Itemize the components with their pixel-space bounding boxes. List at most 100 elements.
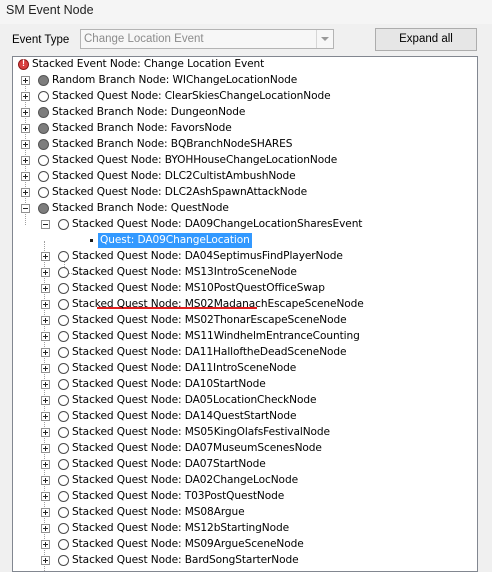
expand-icon[interactable] <box>41 508 50 517</box>
expand-icon[interactable] <box>21 92 30 101</box>
tree-node-label[interactable]: Stacked Quest Node: MS13IntroSceneNode <box>72 266 297 278</box>
expand-icon[interactable] <box>41 412 50 421</box>
tree-node-label[interactable]: Stacked Quest Node: DA14QuestStartNode <box>72 410 297 422</box>
tree-node[interactable]: Random Branch Node: WIChangeLocationNode <box>13 73 477 89</box>
tree-node[interactable]: Stacked Quest Node: MS10PostQuestOfficeS… <box>13 281 477 297</box>
tree-node[interactable]: Stacked Branch Node: QuestNode <box>13 201 477 217</box>
tree-node[interactable]: Stacked Quest Node: DA02ChangeLocNode <box>13 473 477 489</box>
tree-node[interactable]: Stacked Branch Node: BQBranchNodeSHARES <box>13 137 477 153</box>
tree-node[interactable]: Stacked Quest Node: MS05KingOlafsFestiva… <box>13 425 477 441</box>
tree-node-label[interactable]: Stacked Quest Node: MS08Argue <box>72 506 245 518</box>
tree-node[interactable]: Stacked Quest Node: DLC2CultistAmbushNod… <box>13 169 477 185</box>
tree-node[interactable]: Stacked Quest Node: MS11WindhelmEntrance… <box>13 329 477 345</box>
tree-node-label[interactable]: Stacked Quest Node: MS11WindhelmEntrance… <box>72 330 360 342</box>
tree-node[interactable]: Stacked Branch Node: FavorsNode <box>13 121 477 137</box>
expand-icon[interactable] <box>41 524 50 533</box>
tree-node-label[interactable]: Stacked Branch Node: DungeonNode <box>52 106 245 118</box>
tree-node[interactable]: Stacked Quest Node: BYOHHouseChangeLocat… <box>13 153 477 169</box>
tree-node-label[interactable]: Stacked Quest Node: ClearSkiesChangeLoca… <box>52 90 331 102</box>
tree-node-selected[interactable]: Quest: DA09ChangeLocation <box>13 233 477 249</box>
tree-node-label[interactable]: Stacked Quest Node: T03PostQuestNode <box>72 490 284 502</box>
tree-node-label[interactable]: Stacked Quest Node: MS02MadanachEscapeSc… <box>72 298 364 310</box>
tree-node-label[interactable]: Stacked Quest Node: DLC2CultistAmbushNod… <box>52 170 296 182</box>
tree-node-label[interactable]: Stacked Quest Node: MS12bStartingNode <box>72 522 289 534</box>
tree-node[interactable]: Stacked Quest Node: T03PostQuestNode <box>13 489 477 505</box>
tree-node-label[interactable]: Random Branch Node: WIChangeLocationNode <box>52 74 297 86</box>
tree-node-label[interactable]: Stacked Quest Node: DA07MuseumScenesNode <box>72 442 322 454</box>
expand-icon[interactable] <box>41 252 50 261</box>
tree-node[interactable]: Stacked Quest Node: MS02MadanachEscapeSc… <box>13 297 477 313</box>
collapse-icon[interactable] <box>41 220 50 229</box>
expand-icon[interactable] <box>41 492 50 501</box>
tree-node-label[interactable]: Quest: DA09ChangeLocation <box>98 233 252 248</box>
expand-icon[interactable] <box>21 108 30 117</box>
tree-node-label[interactable]: Stacked Quest Node: MS02ThonarEscapeScen… <box>72 314 347 326</box>
tree-node[interactable]: Stacked Quest Node: DA10StartNode <box>13 377 477 393</box>
expand-icon[interactable] <box>41 476 50 485</box>
expand-icon[interactable] <box>41 268 50 277</box>
tree-node[interactable]: Stacked Quest Node: DA07StartNode <box>13 457 477 473</box>
tree-node-label[interactable]: Stacked Quest Node: BardSongStarterNode <box>72 554 299 566</box>
quest-node-icon <box>38 91 49 102</box>
tree-node[interactable]: Stacked Quest Node: DLC2AshSpawnAttackNo… <box>13 185 477 201</box>
expand-icon[interactable] <box>41 540 50 549</box>
chevron-down-icon[interactable] <box>316 30 333 48</box>
expand-icon[interactable] <box>41 284 50 293</box>
expand-icon[interactable] <box>41 332 50 341</box>
expand-icon[interactable] <box>21 140 30 149</box>
tree-node-label[interactable]: Stacked Quest Node: MS09ArgueSceneNode <box>72 538 304 550</box>
tree-node[interactable]: Stacked Quest Node: ClearSkiesChangeLoca… <box>13 89 477 105</box>
tree-node[interactable]: Stacked Quest Node: MS02ThonarEscapeScen… <box>13 313 477 329</box>
event-node-tree[interactable]: Stacked Event Node: Change Location Even… <box>12 56 478 572</box>
tree-node-label[interactable]: Stacked Quest Node: DA11HalloftheDeadSce… <box>72 346 347 358</box>
tree-node[interactable]: Stacked Quest Node: DA04SeptimusFindPlay… <box>13 249 477 265</box>
expand-icon[interactable] <box>21 124 30 133</box>
collapse-icon[interactable] <box>21 204 30 213</box>
tree-node[interactable]: Stacked Quest Node: DA09ChangeLocationSh… <box>13 217 477 233</box>
tree-node[interactable]: Stacked Quest Node: DA14QuestStartNode <box>13 409 477 425</box>
expand-icon[interactable] <box>41 300 50 309</box>
tree-node[interactable]: Stacked Branch Node: DungeonNode <box>13 105 477 121</box>
tree-node-label[interactable]: Stacked Quest Node: BYOHHouseChangeLocat… <box>52 154 337 166</box>
tree-node-label[interactable]: Stacked Event Node: Change Location Even… <box>32 58 264 70</box>
expand-icon[interactable] <box>21 188 30 197</box>
expand-icon[interactable] <box>41 316 50 325</box>
tree-node[interactable]: Stacked Quest Node: DA11HalloftheDeadSce… <box>13 345 477 361</box>
tree-node-label[interactable]: Stacked Branch Node: BQBranchNodeSHARES <box>52 138 292 150</box>
tree-node[interactable]: Stacked Quest Node: MS12bStartingNode <box>13 521 477 537</box>
tree-node[interactable]: Stacked Quest Node: DA05LocationCheckNod… <box>13 393 477 409</box>
expand-icon[interactable] <box>41 396 50 405</box>
expand-icon[interactable] <box>41 460 50 469</box>
expand-icon[interactable] <box>41 364 50 373</box>
expand-icon[interactable] <box>41 428 50 437</box>
quest-node-icon <box>58 491 69 502</box>
tree-node-label[interactable]: Stacked Quest Node: DA09ChangeLocationSh… <box>72 218 362 230</box>
tree-node-label[interactable]: Stacked Quest Node: DA11IntroSceneNode <box>72 362 296 374</box>
tree-node-label[interactable]: Stacked Quest Node: DA02ChangeLocNode <box>72 474 298 486</box>
tree-node-label[interactable]: Stacked Quest Node: MS05KingOlafsFestiva… <box>72 426 330 438</box>
tree-node[interactable]: Stacked Event Node: Change Location Even… <box>13 57 477 73</box>
tree-node-label[interactable]: Stacked Branch Node: FavorsNode <box>52 122 232 134</box>
tree-node[interactable]: Stacked Quest Node: BardSongStarterNode <box>13 553 477 569</box>
event-type-select[interactable]: Change Location Event <box>80 29 334 49</box>
tree-node-label[interactable]: Stacked Quest Node: DLC2AshSpawnAttackNo… <box>52 186 307 198</box>
tree-node[interactable]: Stacked Quest Node: MS08Argue <box>13 505 477 521</box>
tree-node-label[interactable]: Stacked Branch Node: QuestNode <box>52 202 229 214</box>
tree-node-label[interactable]: Stacked Quest Node: DA05LocationCheckNod… <box>72 394 317 406</box>
expand-all-button[interactable]: Expand all <box>375 28 477 51</box>
expand-icon[interactable] <box>41 348 50 357</box>
expand-icon[interactable] <box>21 156 30 165</box>
expand-icon[interactable] <box>21 172 30 181</box>
tree-node[interactable]: Stacked Quest Node: MS13IntroSceneNode <box>13 265 477 281</box>
tree-node[interactable]: Stacked Quest Node: DA11IntroSceneNode <box>13 361 477 377</box>
expand-icon[interactable] <box>41 444 50 453</box>
expand-icon[interactable] <box>41 380 50 389</box>
tree-node[interactable]: Stacked Quest Node: DA07MuseumScenesNode <box>13 441 477 457</box>
expand-icon[interactable] <box>41 556 50 565</box>
tree-node[interactable]: Stacked Quest Node: MS09ArgueSceneNode <box>13 537 477 553</box>
tree-node-label[interactable]: Stacked Quest Node: DA04SeptimusFindPlay… <box>72 250 343 262</box>
expand-icon[interactable] <box>21 76 30 85</box>
tree-node-label[interactable]: Stacked Quest Node: MS10PostQuestOfficeS… <box>72 282 325 294</box>
tree-node-label[interactable]: Stacked Quest Node: DA10StartNode <box>72 378 266 390</box>
tree-node-label[interactable]: Stacked Quest Node: DA07StartNode <box>72 458 266 470</box>
